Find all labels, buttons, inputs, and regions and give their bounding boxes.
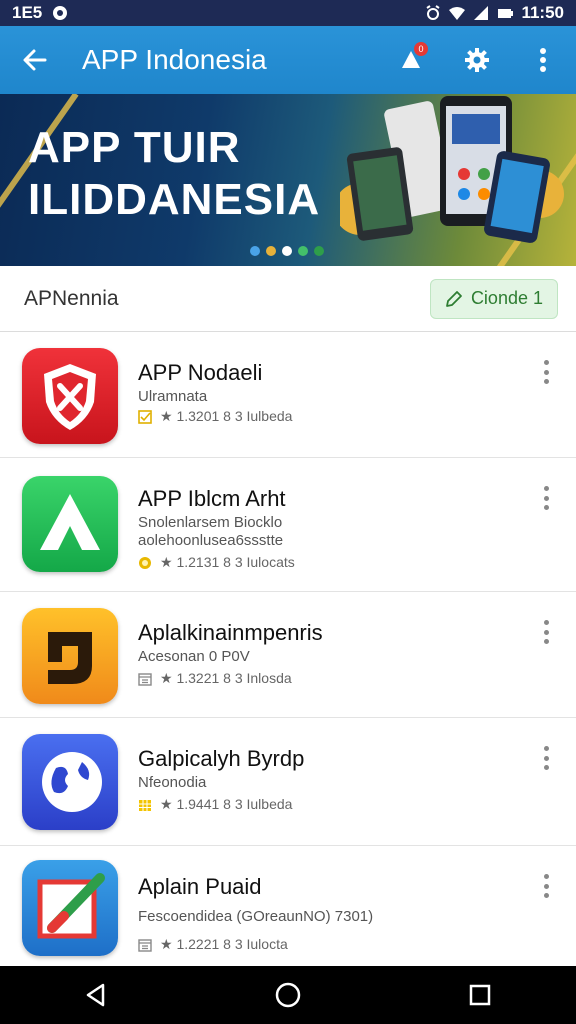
overflow-menu-button[interactable]: [510, 26, 576, 94]
app-subtitle-line-2: aolehoonlusea6ssstte: [138, 532, 284, 549]
edit-chip-button[interactable]: Cionde 1: [429, 278, 558, 319]
app-subtitle: Ulramnata: [138, 388, 208, 405]
notifications-button[interactable]: 0: [378, 26, 444, 94]
list-item[interactable]: Aplalkinainmpenris Acesonan 0 P0V ★ 1.32…: [0, 592, 576, 718]
banner-line-2: ILIDDANESIA: [28, 175, 321, 224]
battery-icon: [498, 9, 514, 18]
promo-banner[interactable]: APP TUIR ILIDDANESIA: [0, 94, 576, 266]
app-icon: [22, 476, 118, 572]
carousel-dot[interactable]: [250, 246, 260, 256]
overflow-menu-icon: [540, 48, 546, 72]
app-meta: ★ 1.9441 8 3 Iulbeda: [138, 796, 292, 813]
app-bar-title: APP Indonesia: [82, 44, 267, 75]
carousel-dot-active[interactable]: [282, 246, 292, 256]
app-title: Aplalkinainmpenris: [138, 620, 323, 645]
pencil-icon: [446, 290, 462, 307]
item-overflow-button[interactable]: [536, 620, 556, 644]
grid-icon: [139, 799, 151, 811]
nav-recents-button[interactable]: [450, 966, 510, 1024]
app-icon: [22, 348, 118, 444]
system-nav-bar: [0, 966, 576, 1024]
signal-icon: [474, 6, 489, 20]
list-item[interactable]: Aplain Puaid Fescoendidea (GOreaunNO) 73…: [0, 846, 576, 966]
triangle-logo-icon: [22, 476, 118, 572]
status-left-text: 1E5: [12, 3, 43, 22]
app-subtitle: Snolenlarsem Biocklo: [138, 514, 283, 531]
check-box-icon: [138, 409, 152, 424]
list-item[interactable]: APP Iblcm Arht Snolenlarsem Biocklo aole…: [0, 458, 576, 592]
edit-document-icon: [22, 860, 118, 956]
carousel-dot[interactable]: [298, 246, 308, 256]
letter-j-logo-icon: [22, 608, 118, 704]
app-title: Galpicalyh Byrdp: [138, 746, 305, 771]
item-overflow-button[interactable]: [536, 874, 556, 898]
status-bar: 1E5 11:50: [0, 0, 576, 26]
status-time: 11:50: [521, 3, 564, 22]
list-item[interactable]: Galpicalyh Byrdp Nfeonodia ★ 1.9441 8 3 …: [0, 718, 576, 846]
wifi-icon: [449, 7, 466, 20]
app-subtitle: Acesonan 0 P0V: [138, 648, 250, 665]
item-overflow-button[interactable]: [536, 746, 556, 770]
carousel-dot[interactable]: [266, 246, 276, 256]
banner-line-1: APP TUIR: [28, 123, 241, 172]
app-meta-text: ★ 1.2131 8 3 Iulocats: [160, 554, 295, 570]
app-icon: [22, 860, 118, 956]
banner-headline: APP TUIR ILIDDANESIA: [28, 122, 320, 226]
calendar-icon: [138, 938, 152, 952]
app-meta-text: ★ 1.2221 8 3 Iulocta: [160, 936, 288, 952]
app-meta-text: ★ 1.3221 8 3 Inlosda: [160, 670, 292, 686]
carousel-dot[interactable]: [314, 246, 324, 256]
alarm-icon: [426, 5, 441, 20]
calendar-icon: [138, 672, 152, 686]
back-arrow-icon: [23, 49, 47, 71]
notification-badge: 0: [414, 42, 428, 56]
app-meta: ★ 1.2221 8 3 Iulocta: [138, 936, 288, 953]
app-icon: [22, 608, 118, 704]
list-item[interactable]: APP Nodaeli Ulramnata ★ 1.3201 8 3 Iulbe…: [0, 332, 576, 458]
app-meta: ★ 1.2131 8 3 Iulocats: [138, 554, 295, 571]
nav-home-button[interactable]: [258, 966, 318, 1024]
section-label: APNennia: [24, 286, 119, 310]
app-bar: APP Indonesia 0: [0, 26, 576, 94]
app-meta-text: ★ 1.9441 8 3 Iulbeda: [160, 796, 293, 812]
app-meta: ★ 1.3201 8 3 Iulbeda: [138, 408, 292, 425]
globe-logo-icon: [22, 734, 118, 830]
app-title: Aplain Puaid: [138, 874, 262, 899]
item-overflow-button[interactable]: [536, 360, 556, 384]
shield-icon: [22, 348, 118, 444]
settings-gear-icon: [465, 48, 489, 72]
notification-icon: [53, 6, 68, 20]
app-subtitle: Nfeonodia: [138, 774, 207, 791]
item-overflow-button[interactable]: [536, 486, 556, 510]
app-title: APP Iblcm Arht: [138, 486, 286, 511]
recents-square-icon: [469, 984, 491, 1006]
back-triangle-icon: [86, 983, 105, 1007]
app-list: APP Nodaeli Ulramnata ★ 1.3201 8 3 Iulbe…: [0, 332, 576, 966]
back-button[interactable]: [0, 26, 70, 94]
settings-button[interactable]: [444, 26, 510, 94]
phones-illustration: [340, 96, 564, 243]
app-meta-text: ★ 1.3201 8 3 Iulbeda: [160, 408, 293, 424]
home-circle-icon: [275, 982, 301, 1008]
app-meta: ★ 1.3221 8 3 Inlosda: [138, 670, 292, 687]
carousel-indicator[interactable]: [250, 246, 324, 256]
app-icon: [22, 734, 118, 830]
nav-back-button[interactable]: [66, 966, 126, 1024]
chip-label: Cionde 1: [470, 288, 543, 308]
app-title: APP Nodaeli: [138, 360, 263, 385]
section-header: APNennia Cionde 1: [0, 266, 576, 332]
coin-icon: [139, 556, 151, 569]
app-subtitle: Fescoendidea (GOreaunNO) 7301): [138, 908, 374, 925]
